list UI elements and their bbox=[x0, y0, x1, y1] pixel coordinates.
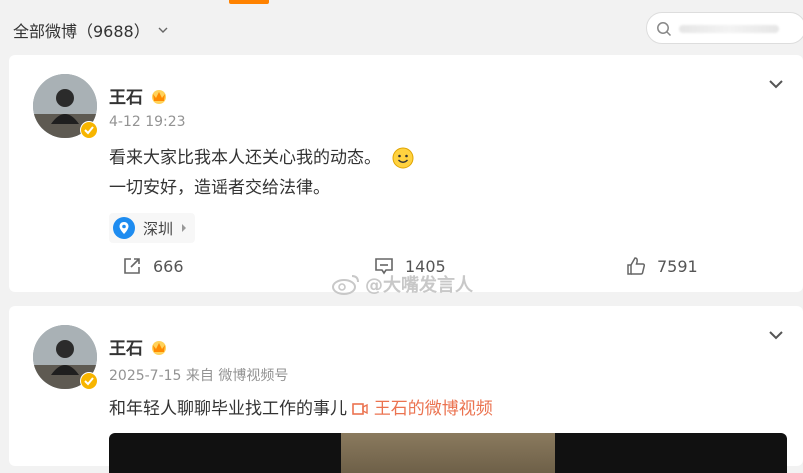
post-meta: 2025-7-15 来自 微博视频号 bbox=[109, 365, 288, 385]
repost-icon bbox=[124, 258, 140, 274]
comment-button[interactable]: 1405 bbox=[373, 255, 446, 277]
post-source[interactable]: 来自 微博视频号 bbox=[186, 368, 288, 384]
post-text-line: 和年轻人聊聊毕业找工作的事儿 王石的微博视频 bbox=[109, 398, 493, 420]
like-count: 7591 bbox=[657, 256, 698, 276]
blurred-search-text bbox=[679, 25, 779, 33]
thumbs-up-icon bbox=[627, 257, 646, 275]
location-pin-icon bbox=[113, 217, 135, 239]
video-icon bbox=[352, 403, 369, 415]
post-time[interactable]: 2025-7-15 bbox=[109, 368, 181, 384]
smile-emoji-icon bbox=[392, 147, 414, 169]
post-card: 王石 2025-7-15 来自 微博视频号 和年轻人聊聊毕业找工作的事儿 王石的… bbox=[9, 306, 803, 473]
repost-button[interactable]: 666 bbox=[121, 255, 184, 277]
chevron-down-icon bbox=[158, 27, 168, 33]
verified-badge-icon bbox=[80, 372, 98, 390]
video-link[interactable]: 王石的微博视频 bbox=[352, 399, 493, 419]
chevron-down-icon[interactable] bbox=[767, 328, 785, 342]
video-frame bbox=[341, 433, 555, 473]
video-link-text: 王石的微博视频 bbox=[373, 399, 493, 419]
location-tag[interactable]: 深圳 bbox=[109, 213, 196, 243]
repost-count: 666 bbox=[153, 256, 184, 276]
active-tab-indicator bbox=[229, 0, 269, 4]
chevron-down-icon[interactable] bbox=[767, 77, 785, 91]
author-name[interactable]: 王石 bbox=[109, 83, 143, 108]
post-text: 和年轻人聊聊毕业找工作的事儿 bbox=[109, 399, 347, 419]
post-text: 看来大家比我本人还关心我的动态。 bbox=[109, 148, 381, 168]
chevron-right-icon bbox=[182, 224, 187, 232]
vip-crown-icon bbox=[152, 340, 166, 355]
top-bar: 全部微博（9688） bbox=[0, 0, 803, 50]
like-button[interactable]: 7591 bbox=[625, 255, 698, 277]
comment-icon bbox=[375, 258, 393, 275]
location-label: 深圳 bbox=[143, 219, 174, 238]
comment-count: 1405 bbox=[405, 256, 446, 276]
weibo-logo-icon bbox=[332, 275, 359, 295]
author-name[interactable]: 王石 bbox=[109, 334, 143, 359]
search-input[interactable] bbox=[646, 12, 803, 44]
vip-crown-icon bbox=[152, 89, 166, 104]
search-icon bbox=[657, 22, 672, 37]
verified-badge-icon bbox=[80, 121, 98, 139]
post-card: 王石 4-12 19:23 看来大家比我本人还关心我的动态。 一切安好，造谣者交… bbox=[9, 55, 803, 296]
post-filter-dropdown[interactable]: 全部微博（9688） bbox=[13, 18, 170, 42]
post-text-line: 一切安好，造谣者交给法律。 bbox=[109, 178, 330, 198]
video-player[interactable] bbox=[109, 433, 787, 473]
post-time[interactable]: 4-12 19:23 bbox=[109, 114, 186, 130]
filter-label: 全部微博（9688） bbox=[13, 22, 150, 41]
post-text-line: 看来大家比我本人还关心我的动态。 bbox=[109, 147, 414, 169]
